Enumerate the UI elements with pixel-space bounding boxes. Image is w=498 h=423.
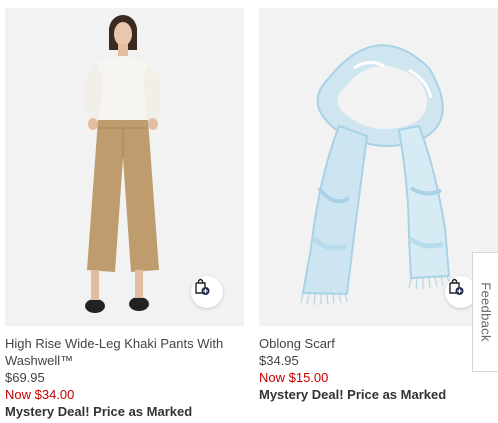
product-title-link[interactable]: Oblong Scarf — [259, 335, 498, 352]
feedback-label: Feedback — [478, 282, 493, 342]
promo-text: Mystery Deal! Price as Marked — [5, 404, 193, 419]
original-price: $69.95 — [5, 370, 45, 385]
sale-price: Now $34.00 — [5, 387, 75, 402]
original-price: $34.95 — [259, 353, 299, 368]
feedback-tab[interactable]: Feedback — [472, 252, 498, 372]
bag-plus-icon — [195, 278, 210, 295]
product-card[interactable]: High Rise Wide-Leg Khaki Pants With Wash… — [5, 8, 244, 420]
sale-price: Now $15.00 — [259, 370, 329, 385]
add-to-bag-button[interactable] — [191, 276, 223, 308]
product-title-link[interactable]: High Rise Wide-Leg Khaki Pants With Wash… — [5, 335, 244, 369]
product-image[interactable] — [259, 8, 498, 326]
product-image[interactable] — [5, 8, 244, 326]
product-card[interactable]: Oblong Scarf $34.95 Now $15.00 Mystery D… — [259, 8, 498, 403]
bag-plus-icon — [449, 278, 464, 295]
promo-text: Mystery Deal! Price as Marked — [259, 387, 447, 402]
